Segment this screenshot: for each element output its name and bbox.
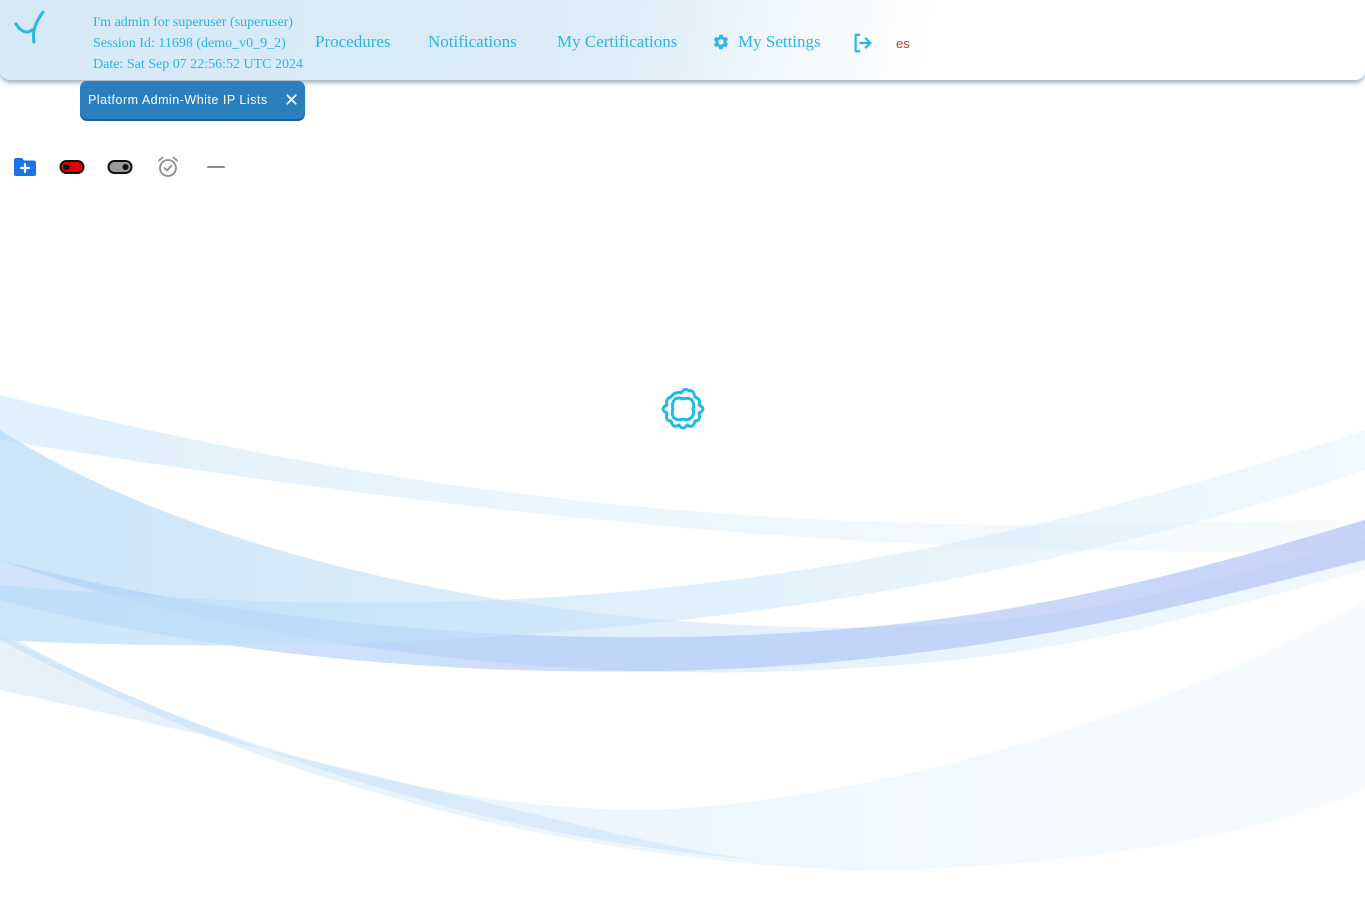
tab-platform-admin-white-ip-lists[interactable]: Platform Admin-White IP Lists bbox=[80, 81, 305, 119]
tab-label: Platform Admin-White IP Lists bbox=[88, 93, 268, 107]
gear-icon bbox=[713, 34, 729, 50]
session-id-line: Session Id: 11698 (demo_v0_9_2) bbox=[93, 36, 286, 51]
language-selector[interactable]: es bbox=[896, 36, 910, 51]
close-icon[interactable] bbox=[283, 91, 300, 108]
minus-icon[interactable] bbox=[203, 154, 229, 180]
nav-my-settings-link[interactable]: My Settings bbox=[712, 31, 821, 53]
date-line: Date: Sat Sep 07 22:56:52 UTC 2024 bbox=[93, 57, 303, 72]
toggle-on-red-icon[interactable] bbox=[59, 154, 85, 180]
alarm-check-icon[interactable] bbox=[155, 154, 181, 180]
loading-spinner-icon bbox=[661, 387, 705, 430]
user-line: I'm admin for superuser (superuser) bbox=[93, 15, 294, 30]
nav-notifications-link[interactable]: Notifications bbox=[428, 31, 517, 53]
nav-my-certifications-link[interactable]: My Certifications bbox=[557, 31, 677, 53]
top-navigation-bar: I'm admin for superuser (superuser) Sess… bbox=[0, 0, 1365, 80]
app-logo-icon[interactable] bbox=[12, 8, 48, 46]
background-waves bbox=[0, 395, 1365, 870]
logout-icon[interactable] bbox=[852, 32, 874, 54]
nav-procedures-link[interactable]: Procedures bbox=[315, 31, 391, 53]
new-folder-icon[interactable] bbox=[12, 154, 38, 180]
session-info: I'm admin for superuser (superuser) Sess… bbox=[93, 12, 303, 75]
nav-my-settings-label: My Settings bbox=[738, 32, 821, 51]
toggle-off-icon[interactable] bbox=[107, 154, 133, 180]
